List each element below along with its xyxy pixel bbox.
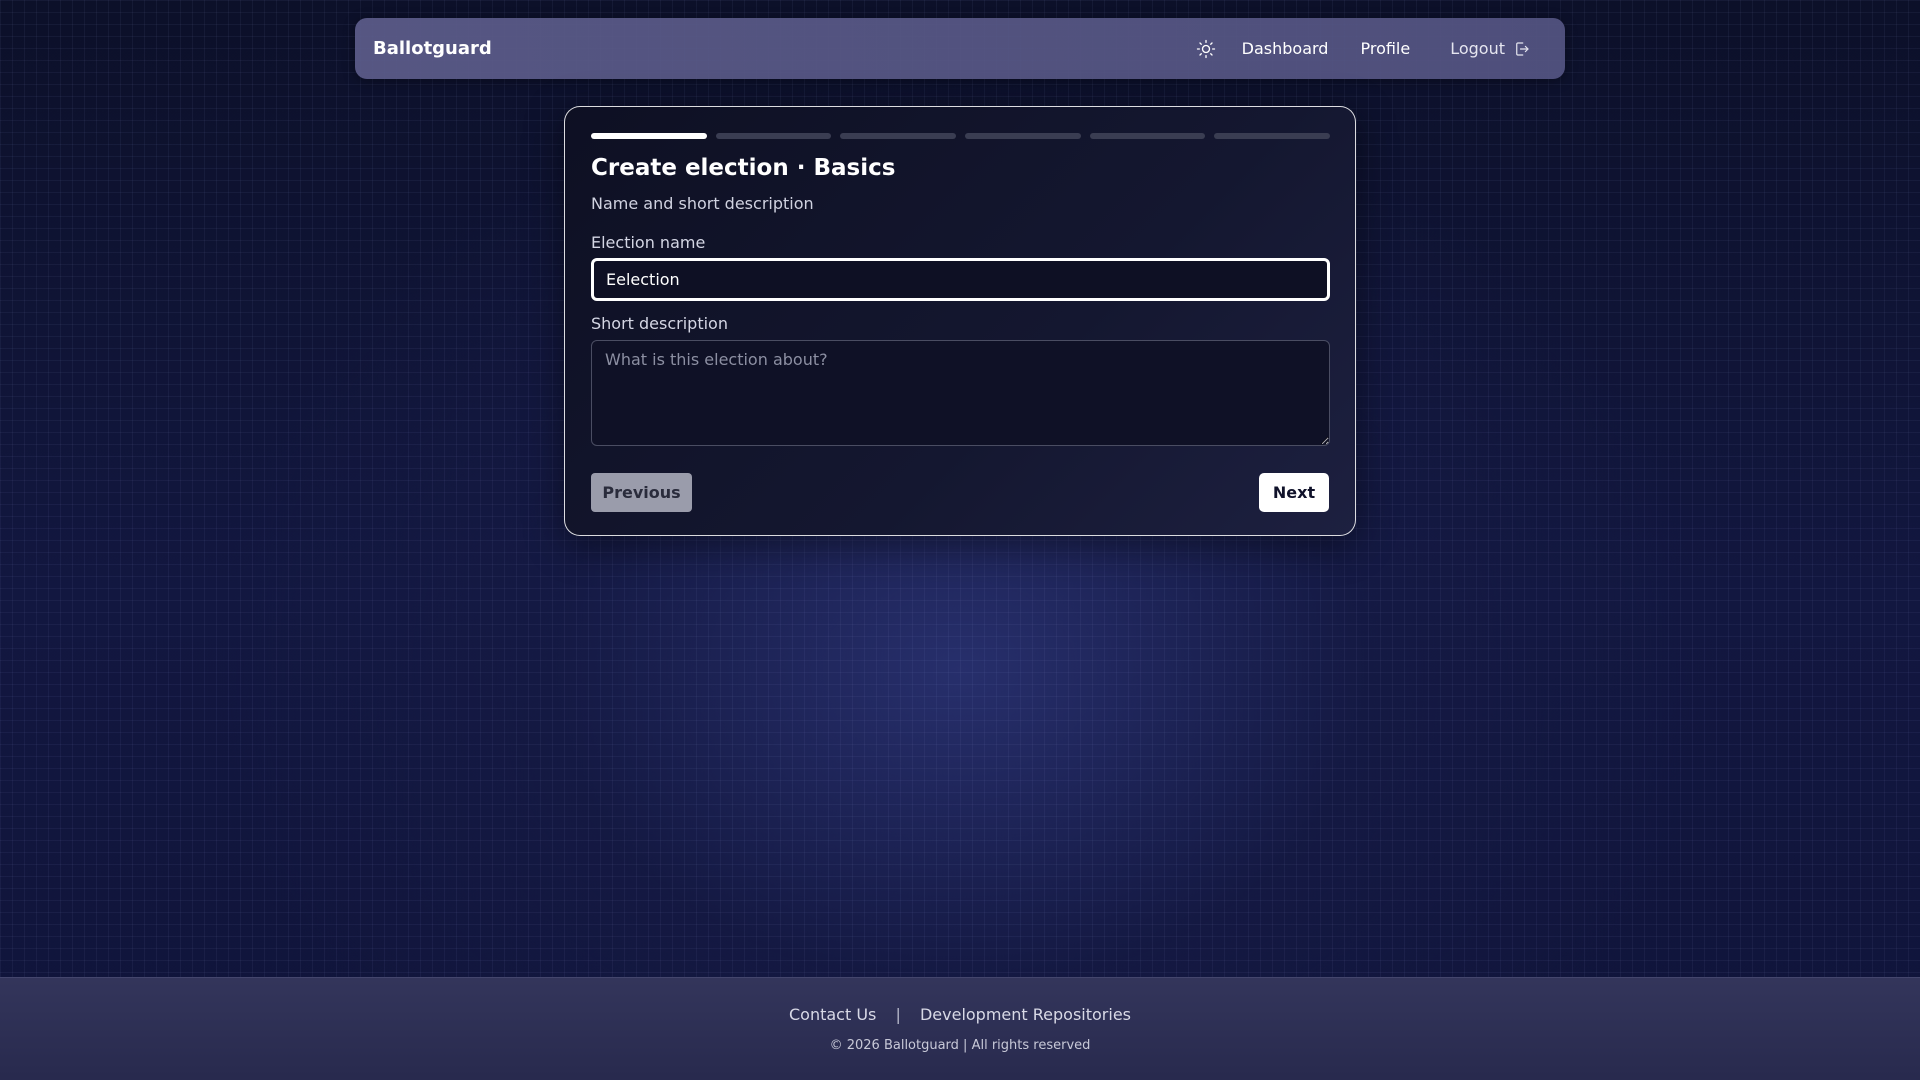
progress-step-2 [715, 133, 832, 139]
brand-logo-text[interactable]: Ballotguard [373, 18, 492, 79]
copyright-text: © 2026 Ballotguard | All rights reserved [829, 1038, 1091, 1053]
nav-link-dashboard[interactable]: Dashboard [1242, 39, 1329, 58]
top-navbar: Ballotguard Dashboard Profile Logout [355, 18, 1565, 79]
election-name-label: Election name [591, 233, 706, 252]
election-name-input[interactable] [591, 258, 1330, 301]
footer-links: Contact Us | Development Repositories [0, 1005, 1920, 1024]
logout-button[interactable]: Logout [1450, 39, 1531, 58]
nav-actions: Dashboard Profile Logout [1194, 18, 1531, 79]
theme-toggle-button[interactable] [1194, 37, 1218, 61]
short-description-textarea[interactable] [591, 340, 1330, 446]
logout-label: Logout [1450, 39, 1505, 58]
short-description-label: Short description [591, 314, 728, 333]
create-election-card: Create election · Basics Name and short … [564, 106, 1356, 536]
progress-step-4 [965, 133, 1081, 139]
nav-link-profile[interactable]: Profile [1360, 39, 1410, 58]
wizard-progress [591, 133, 1331, 139]
next-button[interactable]: Next [1259, 473, 1329, 512]
progress-step-3 [840, 133, 957, 139]
progress-step-6 [1214, 133, 1331, 139]
page-footer: Contact Us | Development Repositories © … [0, 977, 1920, 1080]
development-repositories-link[interactable]: Development Repositories [920, 1005, 1131, 1024]
progress-step-1 [591, 133, 707, 139]
contact-us-link[interactable]: Contact Us [789, 1005, 876, 1024]
footer-separator: | [895, 1005, 901, 1024]
previous-button[interactable]: Previous [591, 473, 692, 512]
progress-step-5 [1089, 133, 1206, 139]
page-title: Create election · Basics [591, 155, 896, 181]
logout-icon [1513, 40, 1531, 58]
page-subtitle: Name and short description [591, 194, 814, 213]
sun-icon [1196, 39, 1215, 58]
